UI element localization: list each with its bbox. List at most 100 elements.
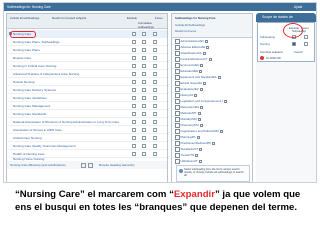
subheading-option[interactable]: History/HI (175, 93, 198, 98)
explode-checkbox[interactable] (132, 112, 136, 116)
explode-checkbox[interactable] (132, 40, 136, 44)
subheading-option[interactable]: Contraindications/CT (175, 57, 212, 62)
scope-focus-checkbox[interactable] (304, 42, 308, 46)
subheadings-checkbox[interactable] (142, 152, 146, 156)
tree-row-label[interactable]: Nursing Care Plans, Subheadings (13, 40, 60, 44)
focus-checkbox[interactable] (153, 64, 157, 68)
scope-row-term[interactable]: Nursing (260, 42, 270, 46)
subheadings-checkbox[interactable] (142, 32, 146, 36)
tree-row-label[interactable]: Nursing Care Management (13, 104, 50, 108)
explode-checkbox[interactable] (132, 128, 136, 132)
tree-row[interactable]: Nursing Care Delivery Systems (7, 86, 167, 94)
scope-explode-checkbox-checked[interactable] (292, 42, 296, 46)
focus-checkbox[interactable] (153, 136, 157, 140)
tree-row-label[interactable]: Nursing in Critical Care Nursing (13, 64, 56, 68)
restrict-focus-link[interactable]: Restrict to focused subjects (52, 16, 86, 20)
subheading-option[interactable]: Adverse Effects/AE (175, 45, 210, 50)
focus-checkbox[interactable] (153, 144, 157, 148)
scope-search-link[interactable]: Search (294, 50, 303, 54)
subheadings-checkbox[interactable] (142, 72, 146, 76)
tree-row[interactable]: Association of Nurses in AIDS Care (7, 126, 167, 134)
subheading-option[interactable]: Utilization/UT (175, 159, 202, 164)
focus-checkbox[interactable] (153, 96, 157, 100)
tree-row-label[interactable]: Nursing Care Quality Outcomes Management (13, 144, 76, 148)
restrict-to-focus-link[interactable]: Restrict to Focus (175, 29, 196, 33)
explode-checkbox[interactable] (132, 120, 136, 124)
focus-checkbox[interactable] (153, 120, 157, 124)
focus-checkbox[interactable] (153, 56, 157, 60)
explode-checkbox[interactable] (132, 72, 136, 76)
subheadings-checkbox[interactable] (142, 88, 146, 92)
subheading-option[interactable]: Organization and Policies/MO (175, 129, 223, 134)
tree-row[interactable]: National Association of Directors of Nur… (7, 118, 167, 126)
tree-row[interactable]: Advanced Practice of Independent Care Nu… (7, 70, 167, 78)
subheading-option[interactable]: Mortality/MO (175, 117, 201, 122)
subheadings-checkbox[interactable] (142, 40, 146, 44)
tree-row-label[interactable]: Holistic Nursing (13, 80, 35, 84)
tree-row-label[interactable]: Respite Care (13, 56, 31, 60)
include-all-link[interactable]: Include all subheadings (10, 16, 39, 20)
explode-checkbox[interactable] (132, 88, 136, 92)
tree-row[interactable]: Nursing Care Guidelines (7, 94, 167, 102)
tree-row[interactable]: Nursing Care Plans, Subheadings (7, 38, 167, 46)
tree-row[interactable]: Critical Care Nursing (7, 134, 167, 142)
explode-checkbox[interactable] (132, 144, 136, 148)
focus-checkbox[interactable] (153, 72, 157, 76)
tree-row[interactable]: Respite Care (7, 54, 167, 62)
prev-button[interactable] (81, 162, 86, 168)
tree-row-label[interactable]: Critical Care Nursing (13, 136, 42, 140)
tree-row-label[interactable]: Advanced Practice of Independent Care Nu… (13, 72, 79, 76)
focus-checkbox[interactable] (153, 48, 157, 52)
subheading-option[interactable]: Economics/EC (175, 63, 204, 68)
scope-focus-checkbox[interactable] (304, 35, 308, 39)
tree-row-label[interactable]: Nursing Care Guidelines (13, 96, 47, 100)
subheading-option[interactable]: Planning/PL (175, 135, 201, 140)
subheadings-checkbox[interactable] (142, 64, 146, 68)
scope-operators[interactable]: Or AND OR (266, 56, 281, 60)
focus-checkbox[interactable] (153, 88, 157, 92)
subheading-option[interactable]: Pharmacy/PM (175, 123, 203, 128)
subheading-option[interactable]: Evaluation/EV (175, 87, 203, 92)
explode-checkbox[interactable] (132, 80, 136, 84)
subheadings-checkbox[interactable] (142, 48, 146, 52)
tree-row-label[interactable]: Nursing Care Standards (13, 112, 46, 116)
focus-checkbox[interactable] (153, 32, 157, 36)
subheading-option[interactable]: Standards/ST (175, 147, 203, 152)
subheadings-checkbox[interactable] (142, 136, 146, 140)
focus-checkbox[interactable] (153, 112, 157, 116)
remove-icon[interactable] (260, 56, 264, 60)
subheading-option[interactable]: Classification/CL (175, 51, 207, 56)
subheading-option[interactable]: Legislation and Jurisprudence/LJ (175, 99, 227, 104)
subheadings-checkbox[interactable] (142, 104, 146, 108)
tree-row-label[interactable]: National Association of Directors of Nur… (13, 120, 119, 124)
tree-row[interactable]: Nursing Care Plans (7, 46, 167, 54)
tree-row[interactable]: Nursing Care Quality Outcomes Management (7, 142, 167, 150)
subheadings-checkbox[interactable] (142, 80, 146, 84)
subheading-option[interactable]: Practitioner/Reduce/PR (175, 141, 215, 146)
subheading-option[interactable]: Ethical Issues/EI (175, 81, 206, 86)
scope-row-subheading[interactable]: Subheading (260, 35, 275, 39)
browse-hierarchy-link[interactable]: Browse Heading Hierarchy (99, 163, 135, 167)
tree-row[interactable]: Nursing Care Standards (7, 110, 167, 118)
subheading-option[interactable]: Equipment and Supplies/ES (175, 75, 221, 80)
subheading-option[interactable]: Methods/MT (175, 111, 201, 116)
tree-row[interactable]: Holistic Nursing (7, 78, 167, 86)
subheading-option[interactable]: Administration/AD (175, 39, 208, 44)
explode-checkbox[interactable] (132, 32, 136, 36)
explode-checkbox[interactable] (132, 136, 136, 140)
help-link[interactable]: Ajuda (294, 5, 302, 9)
subheading-option[interactable]: Education/ED (175, 69, 203, 74)
tree-row[interactable]: Nursing in Critical Care Nursing (7, 62, 167, 70)
tree-row[interactable]: Nursing Care Management (7, 102, 167, 110)
subheadings-checkbox[interactable] (142, 128, 146, 132)
focus-checkbox[interactable] (153, 152, 157, 156)
subheadings-checkbox[interactable] (142, 96, 146, 100)
next-button[interactable] (88, 162, 93, 168)
include-all-subheadings-link[interactable]: Include All Subheadings (175, 23, 205, 27)
subheadings-checkbox[interactable] (142, 144, 146, 148)
explode-checkbox[interactable] (132, 96, 136, 100)
explode-checkbox[interactable] (132, 56, 136, 60)
explode-checkbox[interactable] (132, 64, 136, 68)
explode-checkbox[interactable] (132, 104, 136, 108)
tree-row-label[interactable]: Health of Nursing Care (13, 152, 44, 156)
